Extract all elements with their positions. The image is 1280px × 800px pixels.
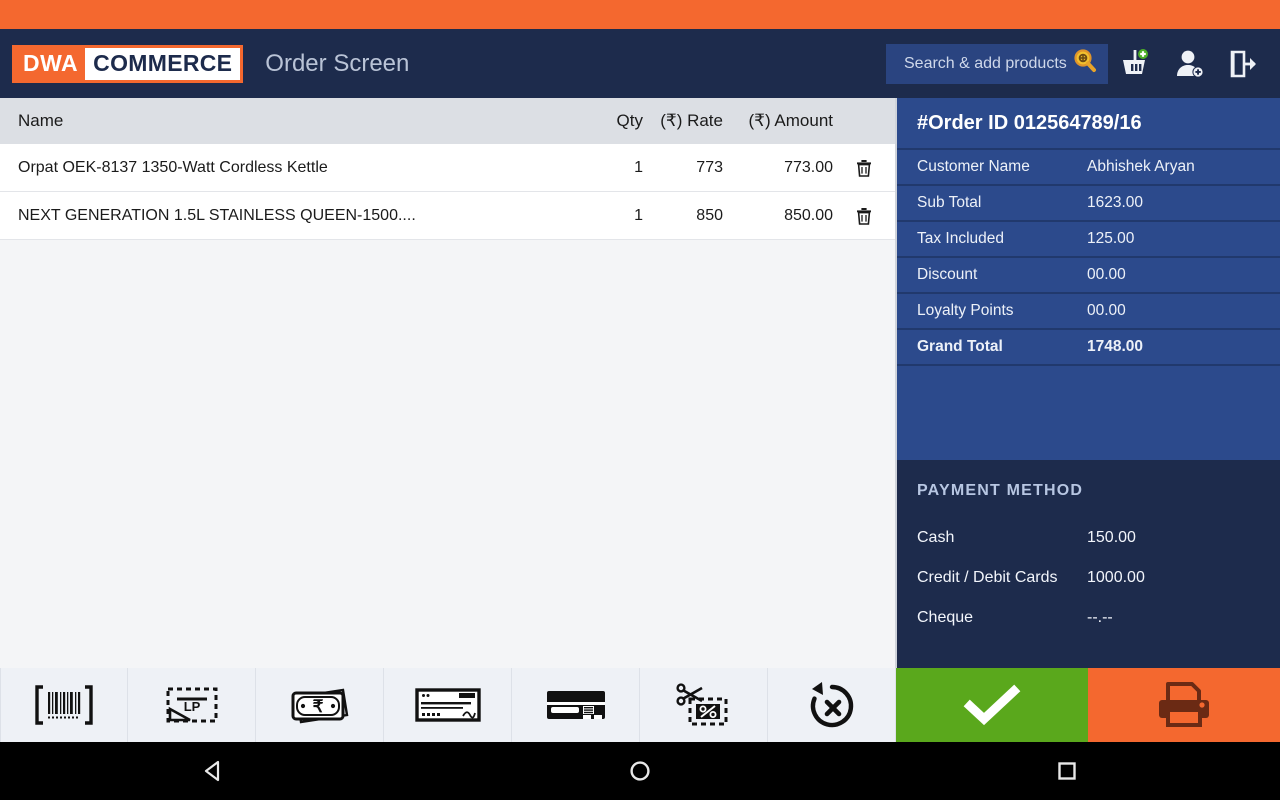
summary-row-discount: Discount 00.00 (897, 258, 1280, 294)
order-items-table: Name Qty (₹) Rate (₹) Amount Orpat OEK-8… (0, 98, 897, 668)
app-logo: DWA COMMERCE (12, 45, 243, 83)
payment-label: Credit / Debit Cards (917, 569, 1087, 587)
summary-value: 00.00 (1087, 302, 1280, 320)
summary-value: 00.00 (1087, 266, 1280, 284)
printer-icon (1153, 680, 1215, 730)
coupon-discount-icon (668, 679, 740, 731)
summary-row-tax-included: Tax Included 125.00 (897, 222, 1280, 258)
summary-label: Tax Included (897, 230, 1087, 248)
summary-label: Discount (897, 266, 1087, 284)
header-actions: Search & add products (886, 37, 1280, 91)
nav-home-button[interactable] (605, 751, 675, 791)
summary-label: Customer Name (897, 158, 1087, 176)
logo-secondary-text: COMMERCE (85, 48, 240, 80)
print-receipt-button[interactable] (1088, 668, 1280, 742)
payment-value: 150.00 (1087, 529, 1280, 547)
android-nav-bar (0, 742, 1280, 800)
check-icon (962, 682, 1022, 728)
item-amount: 773.00 (723, 159, 833, 177)
barcode-scanner-icon (31, 681, 97, 729)
search-input[interactable]: Search & add products (886, 44, 1108, 84)
cheque-payment-icon (409, 681, 487, 729)
summary-value: Abhishek Aryan (1087, 158, 1280, 176)
logout-icon[interactable] (1216, 37, 1270, 91)
barcode-scanner-button[interactable] (0, 668, 128, 742)
summary-value: 1623.00 (1087, 194, 1280, 212)
card-payment-icon (538, 681, 614, 729)
status-bar (0, 0, 1280, 29)
search-add-icon (1072, 48, 1098, 79)
svg-text:LP: LP (183, 699, 200, 714)
summary-value: 1748.00 (1087, 338, 1280, 356)
payment-method-title: PAYMENT METHOD (917, 482, 1280, 500)
column-header-name: Name (0, 111, 573, 131)
cheque-payment-button[interactable] (384, 668, 512, 742)
cancel-order-button[interactable] (768, 668, 896, 742)
table-row[interactable]: NEXT GENERATION 1.5L STAINLESS QUEEN-150… (0, 192, 895, 240)
payment-row-cards: Credit / Debit Cards 1000.00 (917, 558, 1280, 598)
page-title: Order Screen (265, 50, 409, 78)
triangle-left-icon (200, 758, 226, 784)
nav-recents-button[interactable] (1032, 751, 1102, 791)
order-id-label: #Order ID 012564789/16 (897, 98, 1280, 150)
payment-value: 1000.00 (1087, 569, 1280, 587)
svg-text:₹: ₹ (312, 697, 323, 716)
payment-label: Cash (917, 529, 1087, 547)
add-customer-icon[interactable] (1162, 37, 1216, 91)
column-header-qty: Qty (573, 111, 643, 131)
summary-row-loyalty-points: Loyalty Points 00.00 (897, 294, 1280, 330)
item-qty: 1 (573, 207, 643, 225)
summary-label: Loyalty Points (897, 302, 1087, 320)
table-row[interactable]: Orpat OEK-8137 1350-Watt Cordless Kettle… (0, 144, 895, 192)
payment-method-panel: PAYMENT METHOD Cash 150.00 Credit / Debi… (897, 460, 1280, 668)
summary-row-sub-total: Sub Total 1623.00 (897, 186, 1280, 222)
card-payment-button[interactable] (512, 668, 640, 742)
table-header-row: Name Qty (₹) Rate (₹) Amount (0, 98, 895, 144)
logo-primary-text: DWA (15, 48, 85, 80)
bottom-toolbar: LP ₹ (0, 668, 1280, 742)
payment-value: --.-- (1087, 609, 1280, 627)
payment-row-cash: Cash 150.00 (917, 518, 1280, 558)
cash-payment-button[interactable]: ₹ (256, 668, 384, 742)
summary-value: 125.00 (1087, 230, 1280, 248)
delete-item-button[interactable] (833, 206, 895, 226)
payment-label: Cheque (917, 609, 1087, 627)
nav-back-button[interactable] (178, 751, 248, 791)
trash-icon (855, 206, 873, 226)
item-rate: 773 (643, 159, 723, 177)
coupon-discount-button[interactable] (640, 668, 768, 742)
confirm-order-button[interactable] (896, 668, 1088, 742)
delete-item-button[interactable] (833, 158, 895, 178)
square-icon (1054, 758, 1080, 784)
app-header: DWA COMMERCE Order Screen Search & add p… (0, 29, 1280, 98)
summary-row-grand-total: Grand Total 1748.00 (897, 330, 1280, 366)
payment-row-cheque: Cheque --.-- (917, 598, 1280, 638)
summary-row-customer-name: Customer Name Abhishek Aryan (897, 150, 1280, 186)
cash-payment-icon: ₹ (283, 681, 357, 729)
item-amount: 850.00 (723, 207, 833, 225)
loyalty-points-icon: LP (157, 681, 227, 729)
item-name: Orpat OEK-8137 1350-Watt Cordless Kettle (0, 159, 573, 177)
add-to-basket-icon[interactable] (1108, 37, 1162, 91)
circle-icon (627, 758, 653, 784)
loyalty-points-button[interactable]: LP (128, 668, 256, 742)
summary-label: Sub Total (897, 194, 1087, 212)
column-header-rate: (₹) Rate (643, 111, 723, 131)
column-header-amount: (₹) Amount (723, 111, 833, 131)
summary-label: Grand Total (897, 338, 1087, 356)
item-qty: 1 (573, 159, 643, 177)
item-name: NEXT GENERATION 1.5L STAINLESS QUEEN-150… (0, 207, 573, 225)
cancel-order-icon (802, 678, 862, 732)
search-placeholder: Search & add products (904, 55, 1067, 73)
trash-icon (855, 158, 873, 178)
order-screen-app: DWA COMMERCE Order Screen Search & add p… (0, 0, 1280, 800)
item-rate: 850 (643, 207, 723, 225)
